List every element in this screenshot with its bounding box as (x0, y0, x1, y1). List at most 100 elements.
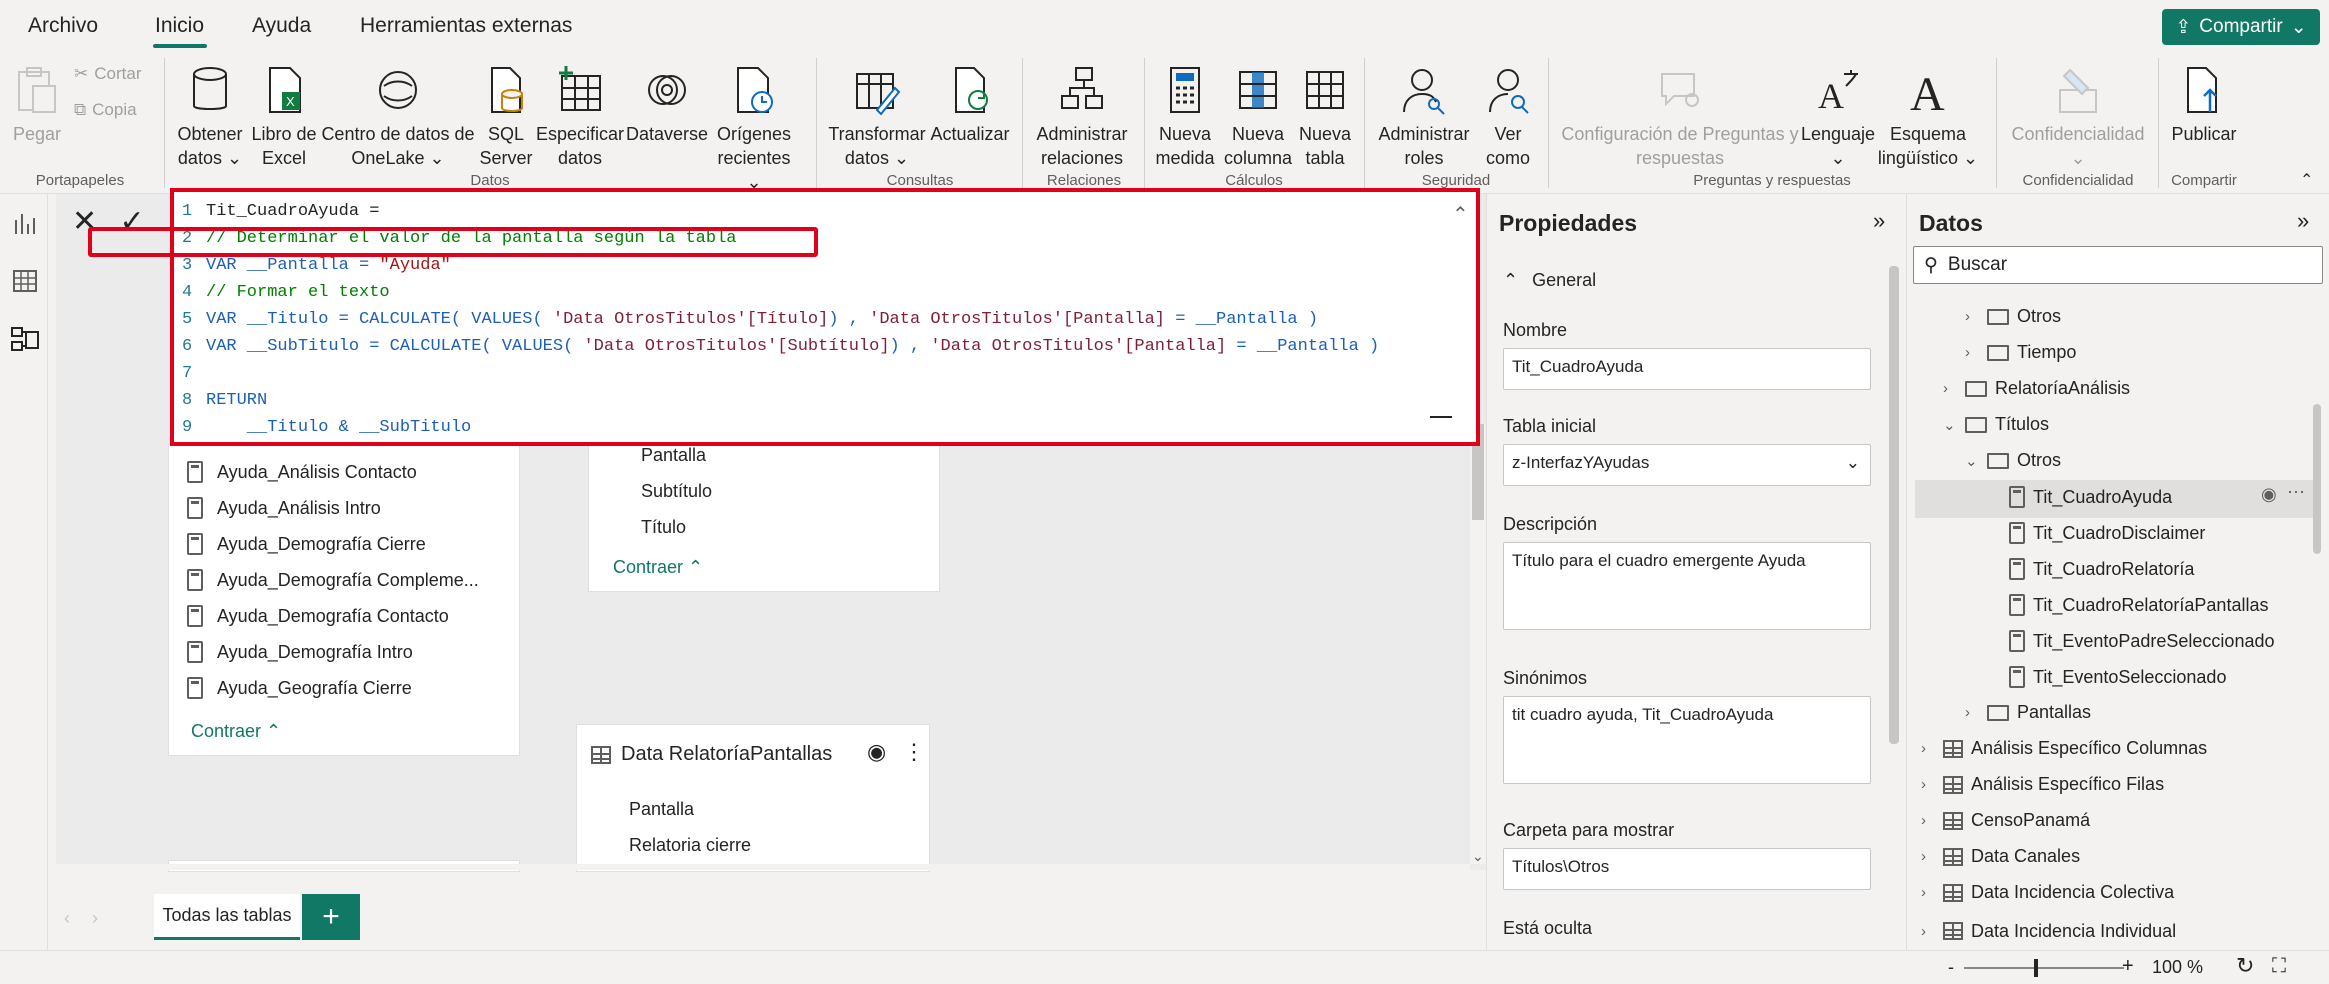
tree-folder-otros-sub[interactable]: ⌄ Otros (1965, 450, 2061, 471)
section-general[interactable]: ⌃ General (1503, 270, 1596, 291)
tree-table[interactable]: › Data Canales (1921, 846, 2080, 867)
sensitivity-button[interactable]: Confidencialidad ⌄ (2004, 64, 2152, 170)
tab-archivo[interactable]: Archivo (28, 14, 98, 38)
zoom-slider-thumb[interactable] (2034, 959, 2038, 977)
list-item[interactable]: Ayuda_Demografía Compleme... (187, 569, 479, 591)
zoom-out-button[interactable]: - (1948, 957, 1954, 978)
tab-herramientas-externas[interactable]: Herramientas externas (360, 14, 572, 38)
collapse-editor-icon[interactable]: ⌃ (1452, 202, 1469, 227)
description-field[interactable]: Título para el cuadro emergente Ayuda (1503, 542, 1871, 630)
vertical-scrollbar[interactable] (2311, 404, 2323, 950)
table-icon (1943, 847, 1963, 866)
enter-data-button[interactable]: Especificar datos (536, 64, 624, 170)
tree-table[interactable]: › Data Incidencia Colectiva (1921, 882, 2174, 903)
card-header[interactable]: Data RelatoríaPantallas (591, 743, 832, 766)
sql-server-button[interactable]: SQL Server (478, 64, 534, 170)
list-item[interactable]: Ayuda_Demografía Intro (187, 641, 413, 663)
tree-measure-selected[interactable]: Tit_CuadroAyuda (2009, 486, 2172, 508)
list-item[interactable]: Ayuda_Análisis Intro (187, 497, 381, 519)
tab-inicio[interactable]: Inicio (155, 14, 204, 38)
copy-button[interactable]: ⧉ Copia (74, 100, 137, 120)
tab-ayuda[interactable]: Ayuda (252, 14, 311, 38)
zoom-in-button[interactable]: + (2122, 955, 2134, 978)
tree-folder-relatoria[interactable]: › RelatoríaAnálisis (1943, 378, 2130, 399)
scrollbar-thumb[interactable] (1889, 266, 1899, 744)
copy-label: Copia (92, 100, 137, 119)
vertical-scrollbar[interactable]: ⌄ (1470, 424, 1486, 864)
cut-button[interactable]: ✂ Cortar (74, 64, 141, 84)
zoom-slider[interactable] (1964, 967, 2124, 969)
tree-table[interactable]: › Análisis Específico Columnas (1921, 738, 2207, 759)
collapse-ribbon-icon[interactable]: ⌃ (2300, 170, 2313, 190)
more-options-icon[interactable]: ⋯ (2287, 482, 2305, 503)
field-titulo[interactable]: Título (641, 517, 686, 538)
more-options-icon[interactable]: ⋮ (903, 739, 925, 765)
qa-setup-button[interactable]: Configuración de Preguntas y respuestas (1560, 64, 1800, 170)
display-folder-field[interactable]: Títulos\Otros (1503, 848, 1871, 890)
tree-measure[interactable]: Tit_EventoPadreSeleccionado (2009, 630, 2275, 652)
new-measure-button[interactable]: Nueva medida (1152, 64, 1218, 170)
manage-roles-button[interactable]: Administrar roles (1372, 64, 1476, 170)
chevron-down-icon[interactable]: ⌄ (1472, 848, 1484, 865)
horizontal-scrollbar[interactable] (56, 864, 1470, 870)
tree-table[interactable]: › CensoPanamá (1921, 810, 2090, 831)
tree-folder-tiempo[interactable]: › Tiempo (1965, 342, 2076, 363)
list-item[interactable]: Ayuda_Geografía Cierre (187, 677, 412, 699)
refresh-icon[interactable]: ↻ (2236, 953, 2254, 979)
list-item[interactable]: Ayuda_Análisis Contacto (187, 461, 417, 483)
code-function: CALCULATE( VALUES( (359, 310, 553, 329)
view-rail (0, 194, 48, 950)
new-table-button[interactable]: Nueva tabla (1294, 64, 1356, 170)
tree-folder-otros[interactable]: › Otros (1965, 306, 2061, 327)
fit-to-screen-icon[interactable]: ⛶ (2272, 955, 2286, 978)
tree-measure[interactable]: Tit_CuadroRelatoríaPantallas (2009, 594, 2268, 616)
eye-icon[interactable]: ◉ (867, 739, 886, 765)
calculator-icon (2009, 486, 2025, 508)
home-table-select[interactable]: z-InterfazYAyudas ⌄ (1503, 444, 1871, 486)
share-button[interactable]: ⇪ Compartir ⌄ (2162, 9, 2320, 45)
search-input[interactable]: ⚲ Buscar (1913, 246, 2323, 284)
language-button[interactable]: A Lenguaje ⌄ (1800, 64, 1876, 170)
refresh-button[interactable]: Actualizar (928, 64, 1012, 146)
eye-icon[interactable]: ◉ (2261, 484, 2277, 505)
new-column-button[interactable]: Nueva columna (1222, 64, 1294, 170)
chevron-left-icon[interactable]: ‹ (64, 908, 70, 929)
list-item[interactable]: Ayuda_Demografía Cierre (187, 533, 426, 555)
vertical-scrollbar[interactable] (1887, 250, 1901, 950)
view-as-button[interactable]: Ver como (1478, 64, 1538, 170)
transform-data-button[interactable]: Transformar datos ⌄ (826, 64, 928, 170)
tree-measure[interactable]: Tit_CuadroDisclaimer (2009, 522, 2205, 544)
paste-button[interactable]: Pegar (12, 64, 62, 146)
collapse-pane-icon[interactable]: » (1873, 208, 1885, 234)
field-subtitulo[interactable]: Subtítulo (641, 481, 712, 502)
linguistic-schema-button[interactable]: A Esquema lingüístico ⌄ (1876, 64, 1980, 170)
tab-all-tables[interactable]: Todas las tablas (154, 894, 300, 940)
tree-measure[interactable]: Tit_EventoSeleccionado (2009, 666, 2226, 688)
name-field[interactable]: Tit_CuadroAyuda (1503, 348, 1871, 390)
dataverse-button[interactable]: Dataverse (626, 64, 708, 146)
tree-folder-pantallas[interactable]: › Pantallas (1965, 702, 2091, 723)
chevron-right-icon[interactable]: › (92, 908, 98, 929)
report-view-icon[interactable] (12, 210, 38, 236)
tree-table[interactable]: › Data Incidencia Individual (1921, 918, 2176, 944)
model-view-icon[interactable] (10, 324, 40, 354)
scrollbar-thumb[interactable] (2313, 404, 2321, 554)
onelake-hub-button[interactable]: Centro de datos de OneLake ⌄ (320, 64, 476, 170)
manage-relationships-button[interactable]: Administrar relaciones (1030, 64, 1134, 170)
table-view-icon[interactable] (12, 268, 38, 294)
collapse-link[interactable]: Contraer ⌃ (613, 557, 703, 578)
collapse-pane-icon[interactable]: » (2297, 208, 2309, 234)
synonyms-field[interactable]: tit cuadro ayuda, Tit_CuadroAyuda (1503, 696, 1871, 784)
tree-folder-titulos[interactable]: ⌄ Títulos (1943, 414, 2049, 435)
list-item[interactable]: Ayuda_Demografía Contacto (187, 605, 449, 627)
field-relatoria-cierre[interactable]: Relatoria cierre (629, 835, 751, 856)
publish-button[interactable]: Publicar (2166, 64, 2242, 146)
tree-table[interactable]: › Análisis Específico Filas (1921, 774, 2164, 795)
field-pantalla[interactable]: Pantalla (641, 445, 706, 466)
collapse-link[interactable]: Contraer ⌃ (191, 721, 281, 742)
get-data-button[interactable]: Obtener datos ⌄ (172, 64, 248, 170)
tree-measure[interactable]: Tit_CuadroRelatoría (2009, 558, 2194, 580)
field-pantalla[interactable]: Pantalla (629, 799, 694, 820)
excel-workbook-button[interactable]: X Libro de Excel (248, 64, 320, 170)
add-tab-button[interactable]: + (302, 894, 360, 940)
